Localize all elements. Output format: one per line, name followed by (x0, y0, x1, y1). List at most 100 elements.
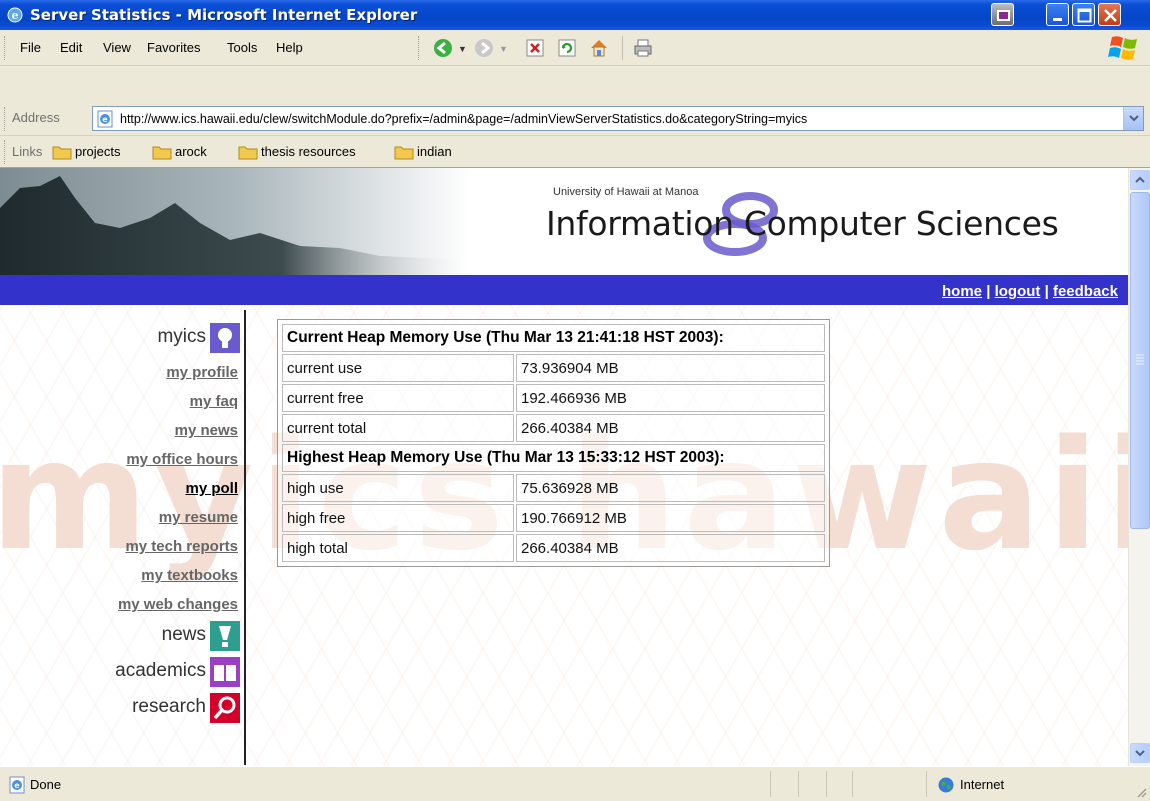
magnifier-icon[interactable] (210, 693, 240, 723)
vertical-scrollbar[interactable] (1128, 168, 1150, 766)
back-dropdown-icon[interactable]: ▼ (458, 44, 467, 54)
refresh-icon[interactable] (556, 37, 578, 59)
scroll-down-button[interactable] (1130, 743, 1150, 763)
sidebar-item-my-office-hours[interactable]: my office hours (126, 451, 238, 468)
menu-help[interactable]: Help (276, 40, 303, 55)
page-content: University of Hawaii at Manoa Informatio… (0, 168, 1128, 766)
forward-dropdown-icon[interactable]: ▼ (499, 44, 508, 54)
sidebar-item-my-profile[interactable]: my profile (166, 364, 238, 381)
mountains-image (0, 168, 470, 275)
status-text: Done (30, 777, 62, 792)
back-icon[interactable] (432, 37, 454, 59)
table-row: current free 192.466936 MB (282, 384, 825, 412)
section-myics[interactable]: myics (157, 326, 206, 348)
links-bar: Links projects arock thesis resources in… (0, 136, 1150, 168)
table-row: current total 266.40384 MB (282, 414, 825, 442)
table-row: current use 73.936904 MB (282, 354, 825, 382)
status-bar: e Done Internet (0, 766, 1150, 801)
menu-view[interactable]: View (103, 40, 131, 55)
home-link[interactable]: home (942, 283, 982, 300)
forward-icon[interactable] (473, 37, 495, 59)
folder-icon (52, 146, 72, 160)
news-exclamation-icon[interactable] (210, 621, 240, 651)
ie-logo-icon: e (7, 7, 23, 23)
menu-tools[interactable]: Tools (227, 40, 257, 55)
current-heap-header: Current Heap Memory Use (Thu Mar 13 21:4… (282, 324, 825, 352)
section-research[interactable]: research (132, 696, 206, 718)
row-label: high use (282, 474, 514, 502)
windows-logo-icon (1108, 36, 1137, 60)
book-icon[interactable] (210, 657, 240, 687)
menu-file[interactable]: File (20, 40, 41, 55)
row-value: 266.40384 MB (516, 414, 825, 442)
address-input[interactable]: e http://www.ics.hawaii.edu/clew/switchM… (92, 106, 1144, 131)
scroll-thumb[interactable] (1130, 192, 1150, 529)
row-label: high free (282, 504, 514, 532)
sidebar-item-my-web-changes[interactable]: my web changes (118, 596, 238, 613)
browser-window: e Server Statistics - Microsoft Internet… (0, 0, 1150, 801)
resize-grip-icon[interactable] (1134, 785, 1148, 799)
chevron-up-icon (1135, 176, 1145, 183)
page-icon: e (97, 110, 113, 128)
chevron-down-icon (1135, 750, 1145, 757)
row-label: current free (282, 384, 514, 412)
link-separator: | (986, 283, 991, 300)
sidebar: myics my profile my faq my news my offic… (0, 310, 246, 765)
window-title: Server Statistics - Microsoft Internet E… (30, 6, 418, 24)
link-projects[interactable]: projects (75, 144, 121, 159)
top-nav-bar: home | logout | feedback (0, 275, 1128, 305)
row-value: 190.766912 MB (516, 504, 825, 532)
svg-text:e: e (14, 781, 20, 790)
close-button[interactable] (1098, 3, 1121, 26)
sidebar-item-my-news[interactable]: my news (175, 422, 238, 439)
folder-icon (238, 146, 258, 160)
section-academics[interactable]: academics (115, 660, 206, 682)
table-row: high total 266.40384 MB (282, 534, 825, 562)
svg-text:e: e (102, 115, 108, 124)
section-news[interactable]: news (162, 624, 206, 646)
chevron-down-icon (1129, 115, 1139, 122)
link-thesis-resources[interactable]: thesis resources (261, 144, 356, 159)
lightbulb-icon[interactable] (210, 323, 240, 353)
scroll-up-button[interactable] (1130, 170, 1150, 190)
folder-icon (394, 146, 414, 160)
link-separator: | (1044, 283, 1049, 300)
url-text[interactable]: http://www.ics.hawaii.edu/clew/switchMod… (120, 112, 807, 126)
row-value: 266.40384 MB (516, 534, 825, 562)
address-label: Address (12, 110, 60, 125)
row-label: high total (282, 534, 514, 562)
sidebar-item-my-resume[interactable]: my resume (159, 509, 238, 526)
menu-bar: File Edit View Favorites Tools Help ▼ ▼ (0, 30, 1150, 66)
logout-link[interactable]: logout (995, 283, 1041, 300)
links-label: Links (12, 144, 43, 159)
address-dropdown-button[interactable] (1123, 107, 1143, 130)
university-name: University of Hawaii at Manoa (553, 186, 699, 198)
row-label: current total (282, 414, 514, 442)
stop-icon[interactable] (524, 37, 546, 59)
sidebar-item-my-faq[interactable]: my faq (190, 393, 238, 410)
minimize-button[interactable] (1046, 3, 1069, 26)
menu-favorites[interactable]: Favorites (147, 40, 200, 55)
sidebar-item-my-textbooks[interactable]: my textbooks (141, 567, 238, 584)
sidebar-item-my-tech-reports[interactable]: my tech reports (125, 538, 238, 555)
row-value: 192.466936 MB (516, 384, 825, 412)
page-done-icon: e (9, 776, 25, 794)
feedback-link[interactable]: feedback (1053, 283, 1118, 300)
address-bar: Address e http://www.ics.hawaii.edu/clew… (0, 101, 1150, 136)
site-banner: University of Hawaii at Manoa Informatio… (0, 168, 1128, 275)
highest-heap-header: Highest Heap Memory Use (Thu Mar 13 15:3… (282, 444, 825, 472)
sidebar-item-my-poll[interactable]: my poll (185, 480, 238, 497)
link-arock[interactable]: arock (175, 144, 207, 159)
body-area: myics hawaii myics my profile my faq my … (0, 305, 1128, 766)
row-value: 75.636928 MB (516, 474, 825, 502)
home-icon[interactable] (588, 37, 610, 59)
table-row: high free 190.766912 MB (282, 504, 825, 532)
maximize-button[interactable] (1072, 3, 1095, 26)
title-bar[interactable]: e Server Statistics - Microsoft Internet… (0, 0, 1150, 30)
task-icon[interactable] (991, 3, 1014, 26)
security-zone-label: Internet (960, 777, 1005, 792)
menu-edit[interactable]: Edit (60, 40, 82, 55)
print-icon[interactable] (632, 37, 654, 59)
link-indian[interactable]: indian (417, 144, 452, 159)
heap-memory-table: Current Heap Memory Use (Thu Mar 13 21:4… (277, 319, 830, 567)
